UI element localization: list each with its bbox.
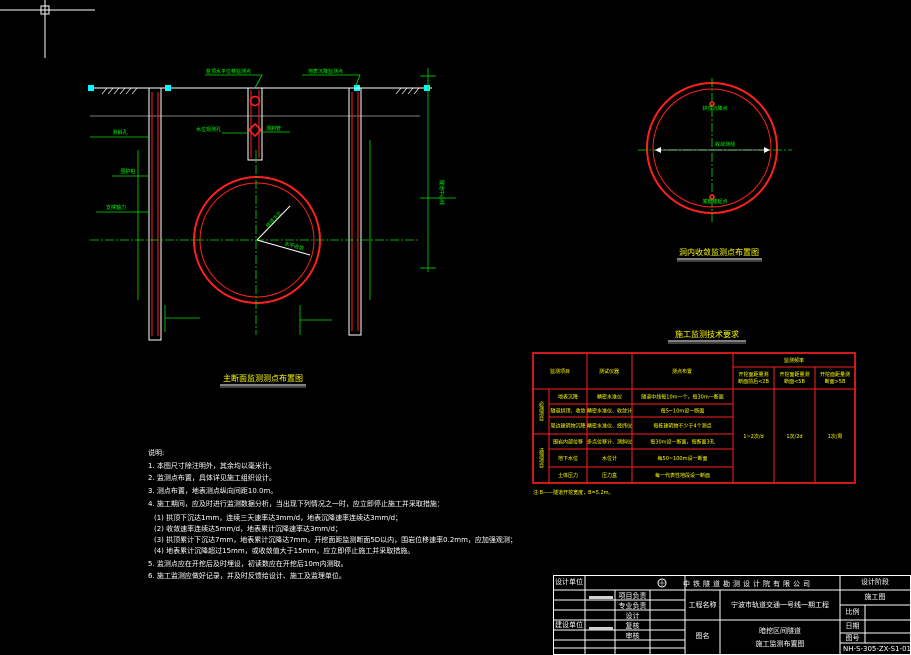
label-pile-top-displacement: 桩顶水平位移监测点 [206,68,251,75]
note-line: 6. 施工监测应做好记录，并及时反馈给设计、施工及监理单位。 [148,571,346,580]
row-item: 隧道拱顶、收敛 [550,408,585,415]
ground-hatch [101,87,420,95]
row-layout: 每一代表性地段设一断面 [655,472,710,479]
header-freq-col-3: 开挖面距量测 [820,371,850,378]
label-inclinometer-hole: 测斜孔 [112,129,127,136]
signature [589,627,613,630]
header-freq-col-2: 开挖面距量测 [779,371,809,378]
row-item: 地表沉降 [558,394,578,401]
left-retaining-pile [148,87,162,341]
drawing-name: 暗挖区间隧道 [759,626,801,635]
label-retaining-pile: 围护桩 [120,168,135,175]
row-instrument: 精密水准仪、收敛计 [587,408,632,415]
company-logo-icon [659,580,665,586]
role-label: 项目负责 [619,591,647,600]
project-name: 宁波市轨道交通一号线一期工程 [731,600,829,609]
note-line: (2) 收敛速率连续达5mm/d，地表累计沉降速率达3mm/d； [154,524,342,533]
frequency-value: 1~2次/d [743,433,763,440]
table-note: 注:B——隧道开挖宽度，B=5.2m。 [533,489,614,496]
drawing-no-label: 图号 [846,634,860,642]
note-line: 1. 本图尺寸除注明外，其余均以毫米计。 [148,461,276,470]
tunnel-inner-drawing: 拱顶沉降点 收敛测线 底部隆起点 洞内收敛监测点布置图 [638,78,792,262]
unit-label: 设计单位 [555,577,583,586]
monitoring-requirements-table: 施工监测技术要求 监测项目 测试仪器 测点布置 监测频率 开挖面距量测 断面前后… [532,329,856,496]
row-layout: 每栋建筑物不少于4个测点 [653,423,711,430]
row-instrument: 精密水准仪、经纬仪 [587,423,632,430]
header-frequency: 监测频率 [784,357,804,364]
row-item: 围岩内部位移 [553,439,583,446]
header-freq-col-1: 开挖面距量测 [738,371,768,378]
header-layout: 测点布置 [672,368,692,375]
right-dimension [420,68,456,272]
row-instrument: 压力盒 [602,472,617,479]
row-layout: 每30m设一断面，每断面3孔 [650,439,714,446]
label-invert-point: 底部隆起点 [702,198,727,205]
main-section-drawing: 桩顶水平位移监测点 地表沉降监测点 水位观测孔 测斜管 测斜孔 围护桩 支撑轴力… [88,68,456,388]
role-label: 审核 [626,631,640,640]
label-strut-force: 支撑轴力 [106,204,126,211]
ground-marker [424,85,430,91]
drawing-name: 施工监测布置图 [756,639,805,648]
row-layout: 每5~10m设一断面 [661,408,705,415]
row-instrument: 多点位移计、测斜仪 [587,439,632,446]
row-item: 土体压力 [558,472,578,479]
row-layout: 隧道中线每10m一个，每30m一断面 [641,394,723,401]
table-title: 施工监测技术要求 [675,329,739,339]
observation-well [247,87,263,161]
ground-marker [165,85,171,91]
label-water-well: 水位观测孔 [196,126,221,133]
row-item: 地下水位 [558,455,578,462]
role-label: 专业负责 [619,601,647,610]
stage-label: 设计阶段 [861,577,889,586]
frequency-value: 1次/周 [828,433,843,440]
header-freq-col-3: 断面>5B [825,378,846,385]
label-ground-settlement: 地表沉降监测点 [308,68,343,75]
general-notes: 说明: 1. 本图尺寸除注明外，其余均以毫米计。 2. 监测点布置，具体详见施工… [148,448,517,580]
unit-label: 建设单位 [555,620,583,629]
title-block: 中铁隧道勘测设计院有限公司 设计单位 建设单位 项目负责 专业负责 设计 复核 … [553,575,911,655]
cad-drawing-canvas[interactable]: 桩顶水平位移监测点 地表沉降监测点 水位观测孔 测斜管 测斜孔 围护桩 支撑轴力… [0,0,911,655]
notes-heading: 说明: [148,448,164,457]
drawing-number: NH-S-305-ZX-S1-01 [843,645,911,653]
monitoring-point-circle [249,95,261,107]
note-line: (4) 地表累计沉降超过15mm，或收敛值大于15mm，应立即停止施工并采取措施… [154,546,414,555]
group-optional: 选测项目 [538,447,544,469]
row-item: 周边建筑物沉降 [550,423,585,430]
group-required: 必测项目 [538,400,544,422]
main-section-title: 主断面监测测点布置图 [223,373,303,383]
project-label: 工程名称 [689,600,717,609]
signature [589,596,613,599]
date-label: 日期 [846,622,860,630]
label-tunnel-axis: 隧道中心线 [438,180,445,205]
header-freq-col-2: 断面<5B [784,378,805,385]
frequency-value: 1次/2d [786,433,802,440]
label-inclinometer-pipe: 测斜管 [266,125,281,132]
right-retaining-pile [348,87,362,336]
note-line: (3) 拱顶累计下沉达7mm，地表累计沉降达7mm，开挖面距监测断面5D以内，围… [154,535,517,544]
header-freq-col-1: 断面前后<2B [738,378,769,385]
scale-label: 比例 [846,607,860,616]
header-instrument: 测试仪器 [599,368,619,375]
note-line: 5. 监测点应在开挖后及时埋设，初读数应在开挖后10m内测取。 [148,559,348,568]
label-convergence-line: 收敛测线 [715,141,735,148]
note-line: 3. 测点布置，地表测点纵向间距10.0m。 [148,486,277,495]
drawing-name-label: 图名 [696,631,710,640]
header-item: 监测项目 [550,368,570,375]
row-instrument: 精密水准仪 [597,394,622,401]
company-name: 中铁隧道勘测设计院有限公司 [683,579,813,588]
note-line: 4. 施工期间，应及时进行监测数据分析，当出现下列情况之一时，应立即停止施工并采… [148,499,444,508]
note-line: 2. 监测点布置，具体详见施工组织设计。 [148,473,276,482]
note-line: (1) 拱顶下沉达1mm，连续三天速率达3mm/d，地表沉降速率连续达3mm/d… [154,513,402,522]
label-crown-point: 拱顶沉降点 [702,105,727,112]
crosshair-cursor [0,0,95,58]
label-crown-settlement: 拱顶下沉 [264,210,283,229]
ground-marker [88,85,94,91]
stage-value: 施工图 [865,592,886,601]
tunnel-section-title: 洞内收敛监测点布置图 [679,247,759,257]
row-layout: 每50~100m设一断面 [658,455,708,462]
row-instrument: 水位计 [602,455,617,462]
role-label: 复核 [626,621,640,630]
role-label: 设计 [626,611,640,620]
